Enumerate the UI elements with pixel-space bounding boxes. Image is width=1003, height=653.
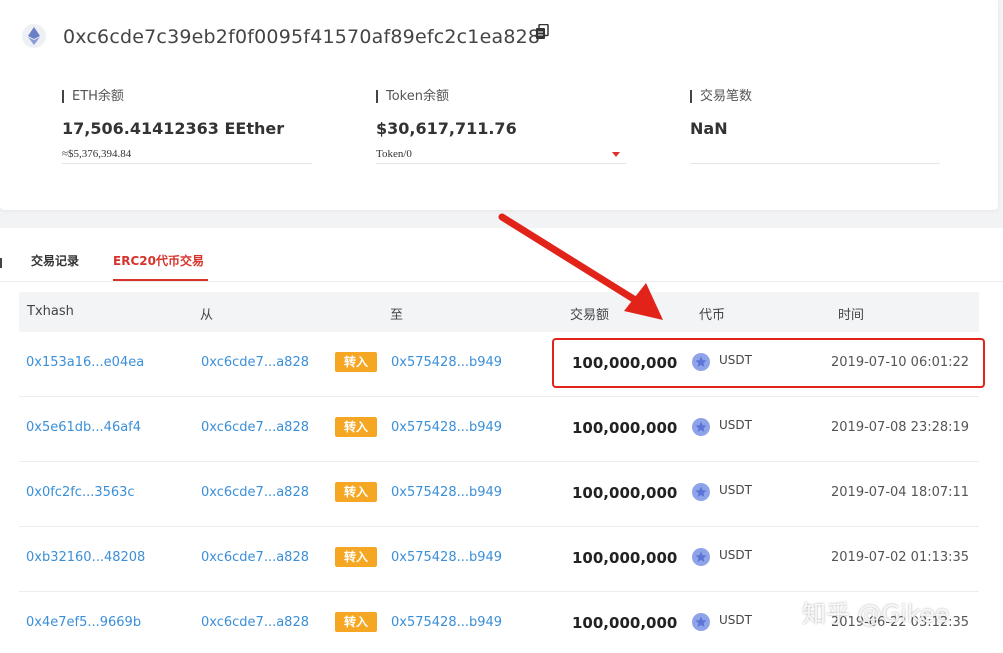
- eth-balance-usd: ≈$5,376,394.84: [62, 148, 312, 164]
- direction-badge: 转入: [335, 417, 377, 437]
- address-summary-card: 0xc6cde7c39eb2f0f0095f41570af89efc2c1ea8…: [0, 0, 998, 210]
- token-icon: [692, 353, 710, 371]
- token-balance-stat: Token余额 $30,617,711.76 Token/0: [376, 90, 626, 164]
- direction-badge: 转入: [335, 612, 377, 632]
- tab-bar-marker: [0, 258, 2, 268]
- eth-balance-label: ETH余额: [62, 90, 312, 103]
- from-address-link[interactable]: 0xc6cde7...a828: [201, 485, 309, 500]
- token-icon: [692, 418, 710, 436]
- to-address-link[interactable]: 0x575428...b949: [391, 485, 502, 500]
- txhash-link[interactable]: 0x0fc2fc...3563c: [26, 485, 135, 500]
- column-header-time: 时间: [838, 308, 865, 323]
- to-address-link[interactable]: 0x575428...b949: [391, 550, 502, 565]
- token-balance-value: $30,617,711.76: [376, 119, 517, 138]
- token-name: USDT: [719, 483, 752, 497]
- tab-transactions[interactable]: 交易记录: [31, 252, 79, 269]
- timestamp: 2019-07-02 01:13:35: [831, 550, 970, 565]
- direction-badge: 转入: [335, 482, 377, 502]
- tab-bar: 交易记录 ERC20代币交易: [0, 228, 1003, 282]
- transactions-card: 交易记录 ERC20代币交易 Txhash 从 至 交易额 代币 时间 0x15…: [0, 228, 1003, 653]
- table-row: 0x0fc2fc...3563c 0xc6cde7...a828 转入 0x57…: [19, 462, 979, 527]
- column-header-from: 从: [200, 308, 214, 323]
- ethereum-icon: [22, 24, 46, 48]
- token-name: USDT: [719, 418, 752, 432]
- from-address-link[interactable]: 0xc6cde7...a828: [201, 615, 309, 630]
- timestamp: 2019-07-04 18:07:11: [831, 485, 970, 500]
- tx-count-stat: 交易笔数 NaN: [690, 90, 940, 164]
- token-name: USDT: [719, 613, 752, 627]
- tx-count-value: NaN: [690, 119, 728, 138]
- to-address-link[interactable]: 0x575428...b949: [391, 420, 502, 435]
- direction-badge: 转入: [335, 352, 377, 372]
- watermark-text: 知乎 @Gikee: [802, 600, 950, 628]
- copy-icon[interactable]: [535, 24, 549, 40]
- token-select-dropdown[interactable]: Token/0: [376, 148, 626, 164]
- table-row: 0x153a16...e04ea 0xc6cde7...a828 转入 0x57…: [19, 332, 979, 397]
- token-icon: [692, 613, 710, 631]
- token-name: USDT: [719, 548, 752, 562]
- direction-badge: 转入: [335, 547, 377, 567]
- to-address-link[interactable]: 0x575428...b949: [391, 355, 502, 370]
- token-icon: [692, 483, 710, 501]
- tab-erc20-transfers[interactable]: ERC20代币交易: [113, 252, 204, 269]
- wallet-address: 0xc6cde7c39eb2f0f0095f41570af89efc2c1ea8…: [63, 26, 541, 48]
- token-balance-label: Token余额: [376, 90, 626, 103]
- amount-value: 100,000,000: [572, 484, 678, 502]
- column-header-amount: 交易额: [570, 308, 610, 323]
- txhash-link[interactable]: 0x4e7ef5...9669b: [26, 615, 141, 630]
- amount-value: 100,000,000: [572, 354, 678, 372]
- active-tab-indicator: [113, 279, 208, 281]
- from-address-link[interactable]: 0xc6cde7...a828: [201, 550, 309, 565]
- token-name: USDT: [719, 353, 752, 367]
- txhash-link[interactable]: 0x5e61db...46af4: [26, 420, 141, 435]
- column-header-token: 代币: [699, 308, 726, 323]
- timestamp: 2019-07-10 06:01:22: [831, 355, 970, 370]
- to-address-link[interactable]: 0x575428...b949: [391, 615, 502, 630]
- from-address-link[interactable]: 0xc6cde7...a828: [201, 420, 309, 435]
- amount-value: 100,000,000: [572, 419, 678, 437]
- token-select-value: Token/0: [376, 148, 412, 160]
- timestamp: 2019-07-08 23:28:19: [831, 420, 970, 435]
- eth-balance-stat: ETH余额 17,506.41412363 EEther ≈$5,376,394…: [62, 90, 312, 164]
- from-address-link[interactable]: 0xc6cde7...a828: [201, 355, 309, 370]
- tx-count-label: 交易笔数: [690, 90, 940, 103]
- column-header-txhash: Txhash: [27, 304, 74, 319]
- txhash-link[interactable]: 0xb32160...48208: [26, 550, 145, 565]
- txhash-link[interactable]: 0x153a16...e04ea: [26, 355, 144, 370]
- caret-down-icon: [612, 152, 620, 157]
- table-row: 0xb32160...48208 0xc6cde7...a828 转入 0x57…: [19, 527, 979, 592]
- amount-value: 100,000,000: [572, 549, 678, 567]
- table-header: Txhash 从 至 交易额 代币 时间: [19, 292, 979, 332]
- divider: [690, 148, 940, 164]
- amount-value: 100,000,000: [572, 614, 678, 632]
- table-row: 0x5e61db...46af4 0xc6cde7...a828 转入 0x57…: [19, 397, 979, 462]
- token-icon: [692, 548, 710, 566]
- eth-balance-value: 17,506.41412363 EEther: [62, 119, 285, 138]
- column-header-to: 至: [390, 308, 404, 323]
